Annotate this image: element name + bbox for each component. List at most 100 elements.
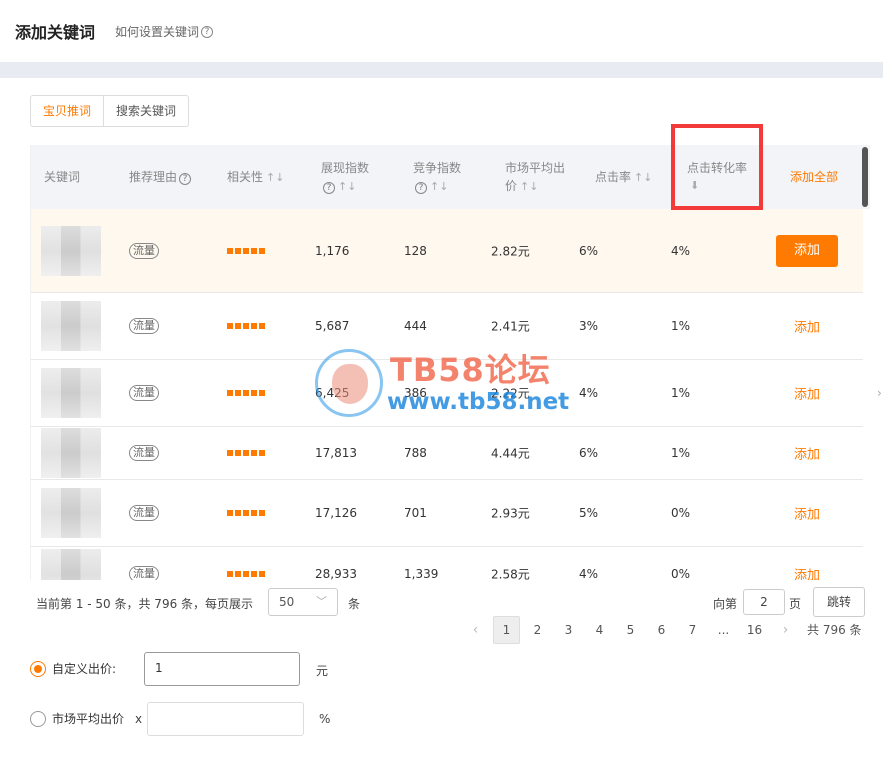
page-number[interactable]: 7 <box>677 617 708 643</box>
col-avg-bid[interactable]: 市场平均出 价 ↑↓ <box>505 145 565 209</box>
table-row: 流量 1,176 128 2.82元 6% 4% 添加 <box>31 209 863 293</box>
avg-bid-value: 2.58元 <box>491 567 530 580</box>
competition-value: 788 <box>404 446 427 460</box>
impressions-value: 1,176 <box>315 243 350 258</box>
table-row: 流量 17,813 788 4.44元 6% 1% 添加 <box>31 427 863 480</box>
custom-bid-input[interactable]: 1 <box>144 652 300 686</box>
tab-search-keywords[interactable]: 搜索关键词 <box>104 96 188 126</box>
cvr-value: 0% <box>671 566 691 581</box>
avg-bid-value: 2.82元 <box>491 244 530 258</box>
total-count: 共 796 条 <box>807 623 862 637</box>
table-scrollbar[interactable] <box>862 147 868 207</box>
page-size-unit: 条 <box>348 597 361 611</box>
competition-value: 1,339 <box>404 566 439 581</box>
sort-icon: ↑↓ <box>430 179 449 193</box>
page-title: 添加关键词 <box>15 23 96 42</box>
col-relevance-label: 相关性 <box>227 169 264 184</box>
avg-bid-value: 2.93元 <box>491 506 530 521</box>
tab-bar: 宝贝推词 搜索关键词 <box>30 95 190 127</box>
competition-value: 444 <box>404 319 427 333</box>
relevance-stars <box>227 570 265 577</box>
jump-button[interactable]: 跳转 <box>813 587 865 617</box>
question-icon: ? <box>415 181 427 194</box>
page-size-value: 50 <box>279 595 295 609</box>
avg-bid-value: 2.41元 <box>491 319 530 334</box>
market-bid-option[interactable]: 市场平均出价 <box>30 710 124 727</box>
cvr-value: 4% <box>671 243 691 258</box>
page-number[interactable]: 5 <box>615 617 646 643</box>
col-impressions[interactable]: 展现指数 ? ↑↓ <box>321 145 369 209</box>
col-avg-bid-label-2: 价 <box>505 178 518 193</box>
radio-market-bid[interactable] <box>30 710 46 727</box>
market-bid-input[interactable] <box>147 702 304 736</box>
cvr-value: 1% <box>671 446 691 460</box>
help-link[interactable]: 如何设置关键词 ? <box>115 23 214 40</box>
reason-tag: 流量 <box>129 565 159 580</box>
radio-custom-bid[interactable] <box>30 660 46 677</box>
relevance-stars <box>227 510 265 516</box>
sort-icon: ↑↓ <box>634 170 653 184</box>
question-icon: ? <box>201 25 214 38</box>
competition-value: 701 <box>404 506 427 520</box>
market-bid-label: 市场平均出价 <box>52 712 125 726</box>
ctr-value: 6% <box>579 446 599 460</box>
add-link[interactable]: 添加 <box>794 504 820 523</box>
ctr-value: 6% <box>579 243 599 258</box>
add-link[interactable]: 添加 <box>794 444 820 463</box>
ctr-value: 4% <box>579 566 599 581</box>
question-icon: ? <box>179 173 192 185</box>
prev-page-icon[interactable]: ‹ <box>460 617 491 643</box>
impressions-value: 17,813 <box>315 446 357 460</box>
keyword-thumbnail <box>41 428 101 478</box>
add-link[interactable]: 添加 <box>794 564 820 580</box>
ctr-value: 4% <box>579 386 599 400</box>
col-keyword-label: 关键词 <box>44 170 81 184</box>
pagination: ‹ 1 2 3 4 5 6 7 ... 16 › 共 796 条 <box>460 616 862 644</box>
custom-bid-unit: 元 <box>316 664 329 678</box>
reason-tag: 流量 <box>129 445 159 461</box>
relevance-stars <box>227 323 265 329</box>
page-number[interactable]: 4 <box>584 617 615 643</box>
page-size-select[interactable]: 50 ﹀ <box>268 588 338 616</box>
custom-bid-label: 自定义出价: <box>52 662 117 676</box>
next-page-icon[interactable]: › <box>770 617 801 643</box>
add-all-button[interactable]: 添加全部 <box>790 145 838 209</box>
add-button[interactable]: 添加 <box>776 234 838 267</box>
goto-label: 向第 <box>713 597 738 611</box>
watermark-title: TB58论坛 <box>390 351 551 389</box>
page-number[interactable]: 2 <box>522 617 553 643</box>
col-ctr[interactable]: 点击率 ↑↓ <box>595 145 652 209</box>
custom-bid-option[interactable]: 自定义出价: <box>30 660 116 677</box>
goto-page-input[interactable]: 2 <box>743 589 785 615</box>
add-link[interactable]: 添加 <box>794 317 820 336</box>
cvr-value: 1% <box>671 319 691 333</box>
table-row: 流量 28,933 1,339 2.58元 4% 0% 添加 <box>31 547 863 580</box>
reason-tag: 流量 <box>129 318 159 334</box>
add-link[interactable]: 添加 <box>794 384 820 403</box>
ctr-value: 5% <box>579 506 599 520</box>
relevance-stars <box>227 450 265 456</box>
watermark-url: www.tb58.net <box>387 389 570 415</box>
col-competition[interactable]: 竞争指数 ? ↑↓ <box>413 145 461 209</box>
relevance-stars <box>227 247 265 254</box>
col-relevance[interactable]: 相关性 ↑↓ <box>227 145 284 209</box>
ctr-value: 3% <box>579 319 599 333</box>
market-bid-unit: % <box>319 712 331 726</box>
market-bid-prefix: x <box>135 712 143 726</box>
chevron-right-icon: › <box>877 386 882 400</box>
question-icon: ? <box>323 181 335 194</box>
page-number[interactable]: 1 <box>493 616 520 644</box>
page-ellipsis: ... <box>717 623 730 637</box>
keyword-thumbnail <box>41 488 101 538</box>
watermark-logo-icon <box>315 349 383 417</box>
section-divider <box>0 62 883 78</box>
relevance-stars <box>227 390 265 396</box>
page-number[interactable]: 6 <box>646 617 677 643</box>
page-info: 当前第 1 - 50 条，共 796 条，每页展示 <box>36 597 254 611</box>
reason-tag: 流量 <box>129 385 159 401</box>
cvr-value: 0% <box>671 506 691 520</box>
page-number[interactable]: 16 <box>739 617 770 643</box>
page-number[interactable]: 3 <box>553 617 584 643</box>
tab-item-recommend[interactable]: 宝贝推词 <box>31 96 105 126</box>
impressions-value: 17,126 <box>315 506 357 520</box>
